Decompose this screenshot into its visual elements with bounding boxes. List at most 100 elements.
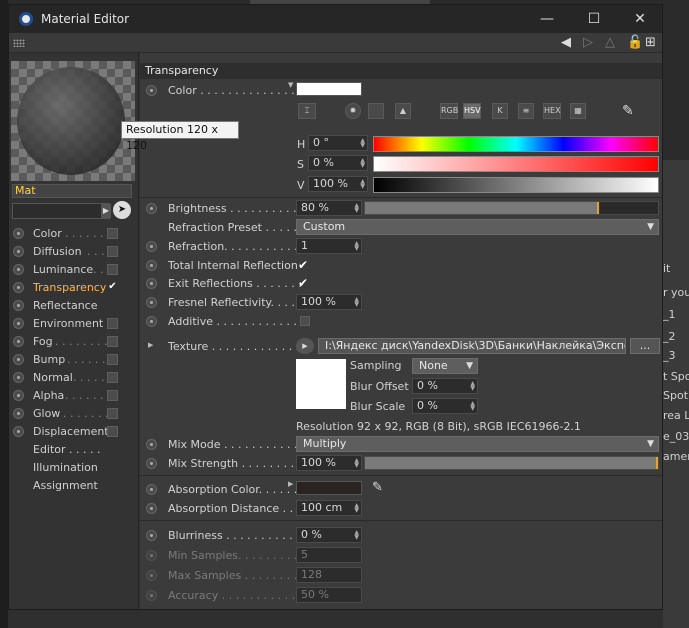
spinner-icon[interactable]: ▲ ▼ [354,241,359,252]
expand-arrow-icon[interactable]: ▶ [148,341,153,349]
checkmark-icon[interactable]: ✔ [298,258,308,272]
saturation-gradient-slider[interactable] [373,156,659,172]
spinner-icon[interactable]: ▲ ▼ [360,158,365,169]
channel-checkbox[interactable] [107,264,118,275]
radio-icon[interactable] [146,260,157,271]
brightness-field[interactable]: 80 % ▲ ▼ [296,200,362,216]
absorption-color-swatch[interactable] [296,481,362,495]
hex-button[interactable]: HEX [543,103,561,119]
texture-thumbnail[interactable] [296,359,346,409]
saturation-field[interactable]: 0 % ▲ ▼ [308,155,368,171]
lock-icon[interactable]: 🔓 [627,35,643,51]
channel-checkbox-checked[interactable]: ✔ [107,282,118,293]
swatches-button[interactable]: ▦ [570,103,586,119]
color-wheel-pick-icon[interactable]: ⌶ [298,103,316,119]
color-expand-icon[interactable]: ▼ [288,81,293,89]
blur-offset-field[interactable]: 0 % ▲ ▼ [412,378,478,394]
texture-menu-icon[interactable]: ▶ [296,338,314,354]
radio-icon[interactable] [146,316,157,327]
spinner-icon[interactable]: ▲ ▼ [354,503,359,514]
maximize-button[interactable]: ☐ [583,9,605,29]
material-dropdown[interactable] [12,203,110,219]
slider-knob[interactable] [656,457,658,469]
grip-icon[interactable] [13,39,25,47]
back-arrow-icon[interactable]: ◀ [561,35,571,51]
channel-environment[interactable]: Environment [9,315,137,333]
item-assignment[interactable]: Assignment [9,477,137,495]
channel-checkbox[interactable] [107,318,118,329]
radio-icon[interactable] [146,458,157,469]
spinner-icon[interactable]: ▲ ▼ [360,138,365,149]
fresnel-field[interactable]: 100 % ▲ ▼ [296,294,362,310]
spectrum-icon[interactable] [368,103,384,119]
dropdown-arrow-icon[interactable]: ▶ [101,204,111,218]
pointer-picker-icon[interactable]: ➤ [113,201,131,219]
value-gradient-slider[interactable] [373,177,659,193]
channel-transparency[interactable]: Transparency ✔ [9,279,137,297]
channel-checkbox[interactable] [107,228,118,239]
channel-bump[interactable]: Bump. . . . . . . [9,351,137,369]
rgb-button[interactable]: RGB [440,103,458,119]
value-field[interactable]: 100 % ▲ ▼ [308,176,368,192]
channel-checkbox[interactable] [107,408,118,419]
color-swatch[interactable] [296,82,362,96]
channel-checkbox[interactable] [107,372,118,383]
color-wheel-icon[interactable]: ✹ [345,103,361,119]
radio-icon[interactable] [146,530,157,541]
eyedropper-icon[interactable]: ✎ [372,480,383,495]
channel-checkbox[interactable] [107,354,118,365]
radio-icon[interactable] [146,278,157,289]
mixer-button[interactable]: ≡ [518,103,534,119]
radio-icon[interactable] [146,203,157,214]
hsv-button[interactable]: HSV [463,103,481,119]
channel-diffusion[interactable]: Diffusion. . . . [9,243,137,261]
material-preview[interactable] [11,61,135,181]
channel-glow[interactable]: Glow. . . . . . . . [9,405,137,423]
channel-normal[interactable]: Normal. . . . . . [9,369,137,387]
close-button[interactable]: ✕ [629,9,651,29]
channel-checkbox[interactable] [107,390,118,401]
spinner-icon[interactable]: ▲ ▼ [360,179,365,190]
forward-arrow-icon[interactable]: ▷ [583,35,593,51]
new-window-icon[interactable]: ⊞ [645,35,656,51]
item-editor[interactable]: Editor . . . . . [9,441,137,459]
mix-mode-dropdown[interactable]: Multiply ▼ [296,436,659,452]
absorption-distance-field[interactable]: 100 cm ▲ ▼ [296,500,362,516]
spinner-icon[interactable]: ▲ ▼ [354,458,359,469]
item-illumination[interactable]: Illumination [9,459,137,477]
spinner-icon[interactable]: ▲ ▼ [354,297,359,308]
sampling-dropdown[interactable]: None ▼ [412,358,478,374]
image-icon[interactable]: ▲ [395,103,411,119]
material-name-field[interactable]: Mat [12,184,132,198]
radio-icon[interactable] [146,439,157,450]
spinner-icon[interactable]: ▲ ▼ [470,401,475,412]
checkmark-icon[interactable]: ✔ [298,276,308,290]
channel-checkbox[interactable] [107,336,118,347]
blurriness-field[interactable]: 0 % ▲ ▼ [296,527,362,543]
mix-strength-field[interactable]: 100 % ▲ ▼ [296,455,362,471]
eyedropper-icon[interactable]: ✎ [622,103,634,119]
refraction-field[interactable]: 1 ▲ ▼ [296,238,362,254]
channel-checkbox[interactable] [107,426,118,437]
hue-field[interactable]: 0 ° ▲ ▼ [308,135,368,151]
title-bar[interactable]: Material Editor — ☐ ✕ [9,5,662,33]
radio-icon[interactable] [146,297,157,308]
color-expand-icon[interactable]: ▶ [288,480,293,488]
channel-reflectance[interactable]: Reflectance [9,297,137,315]
blur-scale-field[interactable]: 0 % ▲ ▼ [412,398,478,414]
up-arrow-icon[interactable]: △ [605,35,615,51]
radio-icon[interactable] [146,85,157,96]
mix-strength-slider[interactable] [364,456,659,470]
radio-icon[interactable] [146,484,157,495]
channel-fog[interactable]: Fog. . . . . . . . [9,333,137,351]
spinner-icon[interactable]: ▲ ▼ [354,530,359,541]
channel-alpha[interactable]: Alpha. . . . . . . [9,387,137,405]
radio-icon[interactable] [146,503,157,514]
radio-icon[interactable] [146,241,157,252]
kelvin-button[interactable]: K [492,103,508,119]
spinner-icon[interactable]: ▲ ▼ [354,203,359,214]
spinner-icon[interactable]: ▲ ▼ [470,381,475,392]
brightness-slider[interactable] [364,201,659,215]
slider-knob[interactable] [597,202,600,214]
minimize-button[interactable]: — [536,9,558,29]
